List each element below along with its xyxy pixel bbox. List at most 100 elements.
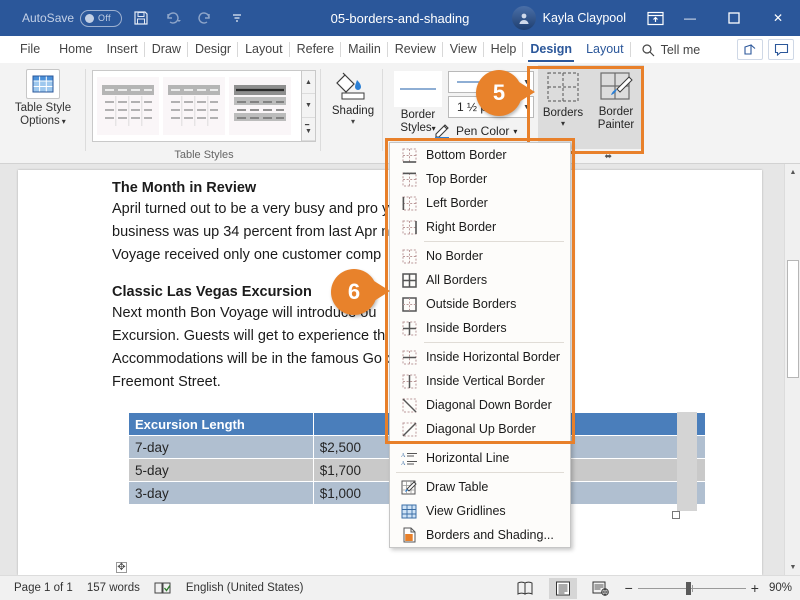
menu-item-diagonal-up-border[interactable]: Diagonal Up Border: [390, 417, 570, 441]
autosave-label: AutoSave: [22, 11, 75, 25]
tab-insert[interactable]: Insert: [100, 36, 145, 63]
borders-dropdown-menu[interactable]: Bottom Border Top Border Left Border Rig…: [389, 142, 571, 548]
table-style-options-button[interactable]: Table Style Options ▾: [4, 63, 82, 128]
menu-label: All Borders: [426, 273, 488, 287]
pen-color-button[interactable]: Pen Color ▾: [432, 121, 517, 141]
table-style-thumb[interactable]: [229, 77, 291, 135]
account-button[interactable]: Kayla Claypool: [502, 0, 636, 36]
menu-item-borders-and-shading[interactable]: Borders and Shading...: [390, 523, 570, 547]
chevron-down-icon[interactable]: ▾: [62, 117, 66, 126]
maximize-button[interactable]: [712, 0, 756, 36]
table-cell[interactable]: 5-day: [128, 458, 314, 482]
minimize-button[interactable]: —: [668, 0, 712, 36]
menu-item-view-gridlines[interactable]: View Gridlines: [390, 499, 570, 523]
menu-item-bottom-border[interactable]: Bottom Border: [390, 143, 570, 167]
table-styles-gallery[interactable]: [92, 70, 302, 142]
word-count[interactable]: 157 words: [87, 582, 140, 594]
language-indicator[interactable]: English (United States): [186, 582, 304, 594]
customize-quick-access-icon[interactable]: [224, 5, 250, 31]
chevron-down-icon[interactable]: ▾: [351, 117, 355, 126]
autosave-switch[interactable]: Off: [80, 9, 123, 27]
chevron-down-icon[interactable]: ▾: [513, 127, 517, 136]
tab-references[interactable]: Refere: [290, 36, 342, 63]
borders-and-shading-icon: [396, 527, 422, 543]
menu-item-inside-borders[interactable]: Inside Borders: [390, 316, 570, 340]
callout-tail: [374, 281, 390, 301]
gallery-scrollbar[interactable]: ▲ ▼ ━ ▼: [302, 70, 316, 142]
autosave-toggle[interactable]: AutoSave Off: [22, 9, 123, 27]
save-icon[interactable]: [128, 5, 154, 31]
menu-item-draw-table[interactable]: Draw Table: [390, 475, 570, 499]
zoom-track[interactable]: [637, 581, 746, 595]
page-indicator[interactable]: Page 1 of 1: [14, 582, 73, 594]
tab-design[interactable]: Desigr: [188, 36, 239, 63]
shading-button[interactable]: Shading ▾: [322, 63, 384, 126]
menu-item-diagonal-down-border[interactable]: Diagonal Down Border: [390, 393, 570, 417]
tab-table-layout[interactable]: Layout: [579, 36, 631, 63]
zoom-out-button[interactable]: −: [625, 580, 633, 596]
scrollbar-thumb[interactable]: [787, 260, 799, 378]
proofing-errors-icon[interactable]: [154, 581, 172, 595]
table-style-thumb[interactable]: [97, 77, 159, 135]
borders-button[interactable]: Borders ▾: [538, 65, 588, 149]
undo-icon[interactable]: [160, 5, 186, 31]
vertical-scrollbar[interactable]: ▲ ▼: [784, 164, 800, 575]
gallery-more-icon[interactable]: ━ ▼: [302, 118, 315, 141]
menu-item-top-border[interactable]: Top Border: [390, 167, 570, 191]
share-icon[interactable]: [737, 39, 763, 60]
comments-icon[interactable]: [768, 39, 794, 60]
borders-dialog-launcher[interactable]: ⬌: [604, 151, 612, 162]
read-mode-icon[interactable]: [511, 578, 539, 599]
table-header-cell[interactable]: Excursion Length: [128, 412, 314, 436]
menu-label: Inside Vertical Border: [426, 374, 545, 388]
chevron-down-icon[interactable]: ▼: [523, 104, 530, 111]
gallery-scroll-down-icon[interactable]: ▼: [302, 94, 315, 118]
table-resize-handle[interactable]: [672, 511, 680, 519]
tell-me-box[interactable]: Tell me: [641, 43, 700, 57]
tab-view[interactable]: View: [443, 36, 484, 63]
account-name: Kayla Claypool: [542, 11, 626, 25]
chevron-down-icon[interactable]: ▾: [561, 119, 565, 128]
web-layout-icon[interactable]: [587, 578, 615, 599]
inside-horizontal-border-icon: [396, 350, 422, 365]
gallery-scroll-up-icon[interactable]: ▲: [302, 71, 315, 95]
menu-label: Right Border: [426, 220, 497, 234]
table-cell[interactable]: 7-day: [128, 435, 314, 459]
menu-separator: [396, 472, 564, 473]
menu-item-no-border[interactable]: No Border: [390, 244, 570, 268]
zoom-in-button[interactable]: +: [751, 580, 759, 596]
zoom-knob[interactable]: [685, 581, 691, 595]
menu-item-inside-vertical-border[interactable]: Inside Vertical Border: [390, 369, 570, 393]
ribbon-display-options-icon[interactable]: [642, 5, 668, 31]
zoom-level[interactable]: 90%: [769, 582, 792, 594]
zoom-slider[interactable]: − +: [625, 580, 759, 596]
table-style-thumb[interactable]: [163, 77, 225, 135]
table-styles-group-label: Table Styles: [174, 149, 234, 161]
scroll-down-icon[interactable]: ▼: [785, 559, 800, 575]
border-painter-button[interactable]: Border Painter: [588, 65, 644, 149]
tab-review[interactable]: Review: [388, 36, 443, 63]
group-shading: Shading ▾: [320, 63, 384, 164]
menu-item-horizontal-line[interactable]: A A Horizontal Line: [390, 446, 570, 470]
menu-item-outside-borders[interactable]: Outside Borders: [390, 292, 570, 316]
print-layout-icon[interactable]: [548, 577, 577, 599]
left-border-icon: [396, 196, 422, 211]
menu-item-all-borders[interactable]: All Borders: [390, 268, 570, 292]
tab-help[interactable]: Help: [484, 36, 524, 63]
menu-item-inside-horizontal-border[interactable]: Inside Horizontal Border: [390, 345, 570, 369]
redo-icon[interactable]: [192, 5, 218, 31]
menu-item-right-border[interactable]: Right Border: [390, 215, 570, 239]
tab-mailings[interactable]: Mailin: [341, 36, 388, 63]
menu-item-left-border[interactable]: Left Border: [390, 191, 570, 215]
close-button[interactable]: ✕: [756, 0, 800, 36]
tab-table-design[interactable]: Design: [523, 36, 579, 63]
paint-bucket-icon: [336, 71, 370, 101]
table-move-handle[interactable]: ✥: [116, 562, 127, 573]
tab-layout[interactable]: Layout: [238, 36, 290, 63]
tab-home[interactable]: Home: [52, 36, 99, 63]
tab-draw[interactable]: Draw: [145, 36, 188, 63]
table-cell[interactable]: 3-day: [128, 481, 314, 505]
menu-label: Left Border: [426, 196, 488, 210]
tab-file[interactable]: File: [8, 36, 52, 63]
scroll-up-icon[interactable]: ▲: [785, 164, 800, 180]
